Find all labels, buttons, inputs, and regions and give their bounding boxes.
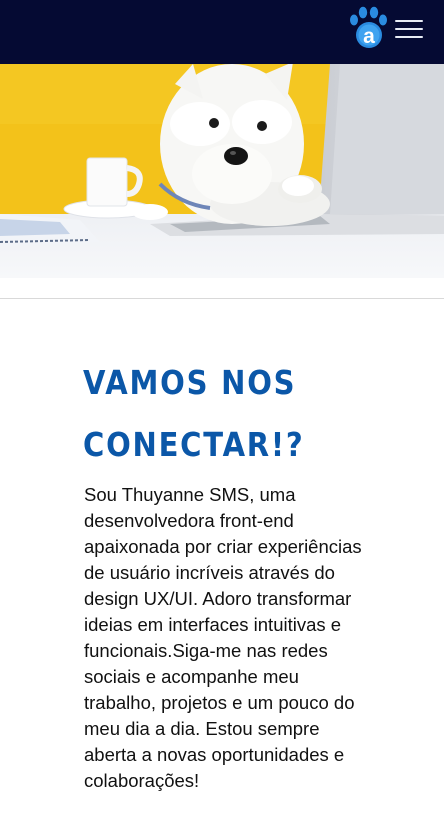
intro-paragraph: Sou Thuyanne SMS, uma desenvolvedora fro…	[84, 484, 362, 791]
section-title: VAMOS NOS CONECTAR!?	[83, 363, 305, 464]
menu-bar-icon	[395, 20, 423, 22]
section-divider	[0, 298, 444, 299]
hero-image	[0, 64, 444, 278]
hamburger-menu-button[interactable]	[393, 16, 425, 42]
svg-text:a: a	[363, 25, 375, 48]
menu-bar-icon	[395, 28, 423, 30]
menu-bar-icon	[395, 36, 423, 38]
top-navbar: a	[0, 0, 444, 64]
paw-logo-icon[interactable]: a	[346, 6, 390, 50]
